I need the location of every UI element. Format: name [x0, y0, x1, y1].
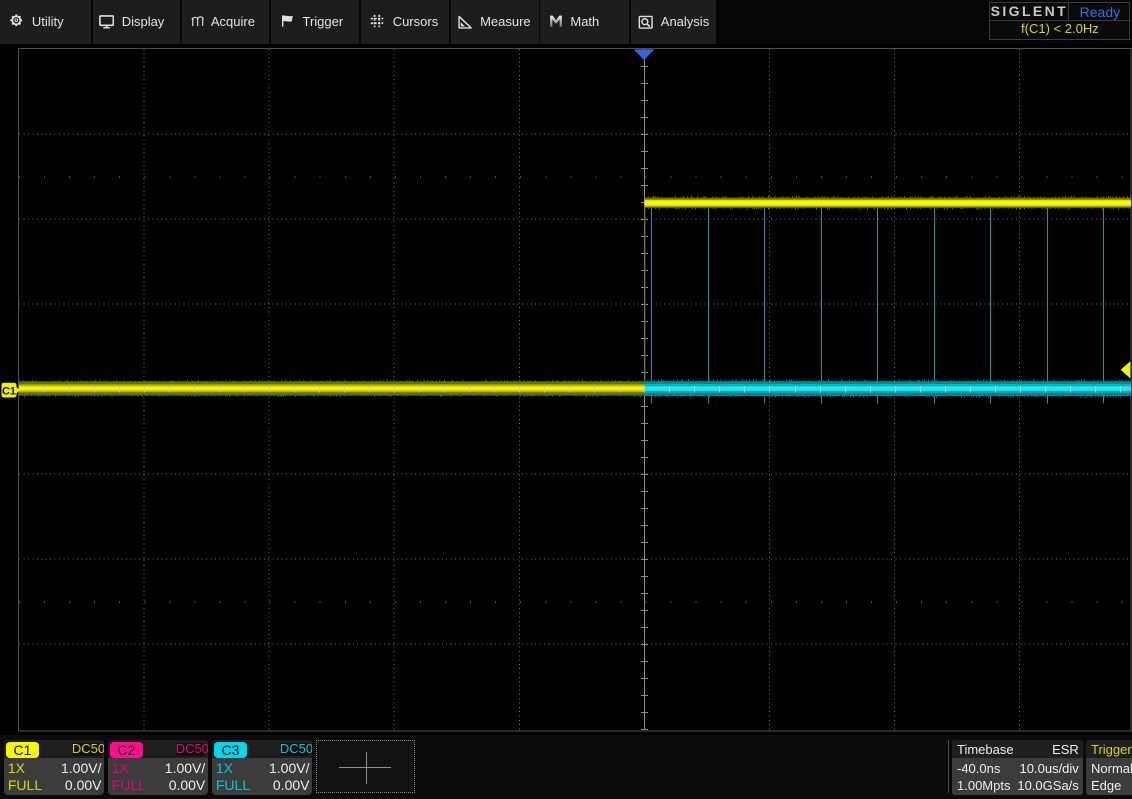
svg-text:C1: C1	[2, 385, 16, 397]
